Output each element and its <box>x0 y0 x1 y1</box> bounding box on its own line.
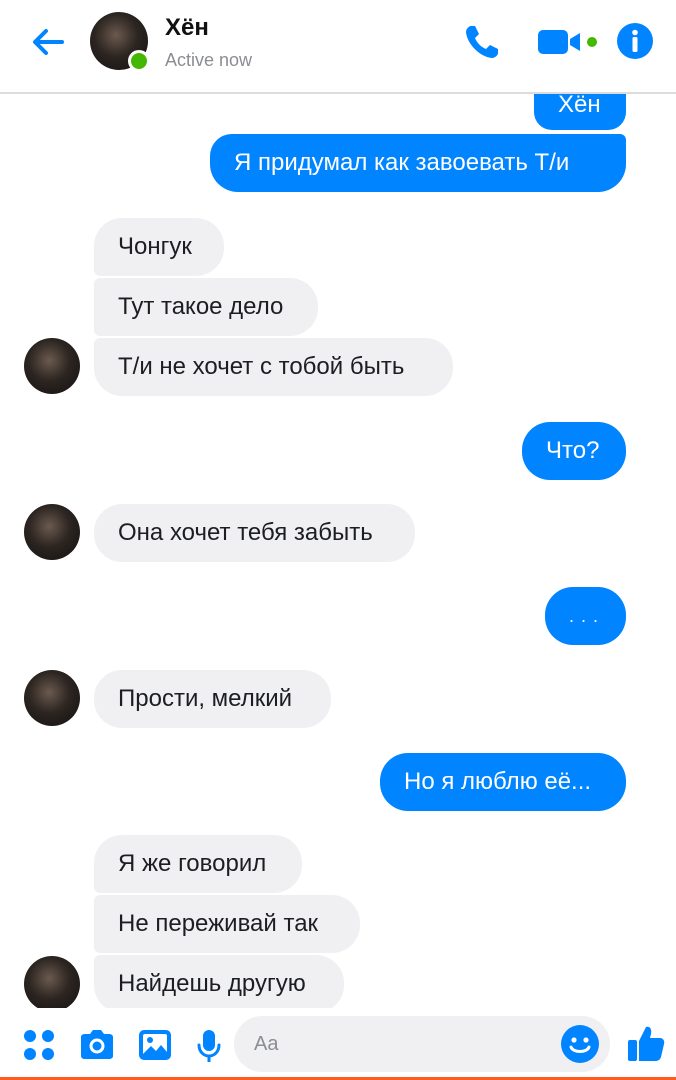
avatar[interactable] <box>24 956 80 1008</box>
conversation-header: Хён Active now <box>0 0 676 94</box>
avatar[interactable] <box>24 504 80 560</box>
phone-icon[interactable] <box>462 22 502 62</box>
avatar[interactable] <box>24 338 80 394</box>
message-list[interactable]: Хён Я придумал как завоевать Т/и Чонгук … <box>0 94 676 1008</box>
online-indicator <box>128 50 150 72</box>
incoming-message[interactable]: Т/и не хочет с тобой быть <box>94 338 453 396</box>
incoming-message[interactable]: Найдешь другую <box>94 955 344 1008</box>
incoming-message[interactable]: Не переживай так <box>94 895 360 953</box>
incoming-message[interactable]: Чонгук <box>94 218 224 276</box>
active-status: Active now <box>165 50 253 70</box>
outgoing-message[interactable]: . . . <box>545 587 626 645</box>
outgoing-message[interactable]: Хён <box>534 94 626 130</box>
outgoing-message[interactable]: Я придумал как завоевать Т/и <box>210 134 626 192</box>
contact-name[interactable]: Хён <box>165 14 209 42</box>
message-input[interactable]: Aa <box>234 1016 610 1072</box>
outgoing-message[interactable]: Что? <box>522 422 626 480</box>
mic-icon[interactable] <box>196 1028 222 1064</box>
outgoing-message[interactable]: Но я люблю её... <box>380 753 626 811</box>
composer-bar: Aa <box>0 1008 676 1080</box>
input-placeholder: Aa <box>254 1033 279 1055</box>
avatar[interactable] <box>24 670 80 726</box>
thumbs-up-icon[interactable] <box>626 1022 666 1064</box>
incoming-message[interactable]: Прости, мелкий <box>94 670 331 728</box>
incoming-message[interactable]: Тут такое дело <box>94 278 318 336</box>
incoming-message[interactable]: Она хочет тебя забыть <box>94 504 415 562</box>
info-icon[interactable] <box>616 22 654 60</box>
incoming-message[interactable]: Я же говорил <box>94 835 302 893</box>
back-arrow-icon[interactable] <box>28 22 68 62</box>
camera-icon[interactable] <box>78 1028 116 1062</box>
video-icon[interactable] <box>536 22 600 62</box>
emoji-icon[interactable] <box>560 1024 600 1064</box>
apps-icon[interactable] <box>22 1028 56 1062</box>
gallery-icon[interactable] <box>137 1028 173 1062</box>
contact-avatar[interactable] <box>90 12 150 72</box>
